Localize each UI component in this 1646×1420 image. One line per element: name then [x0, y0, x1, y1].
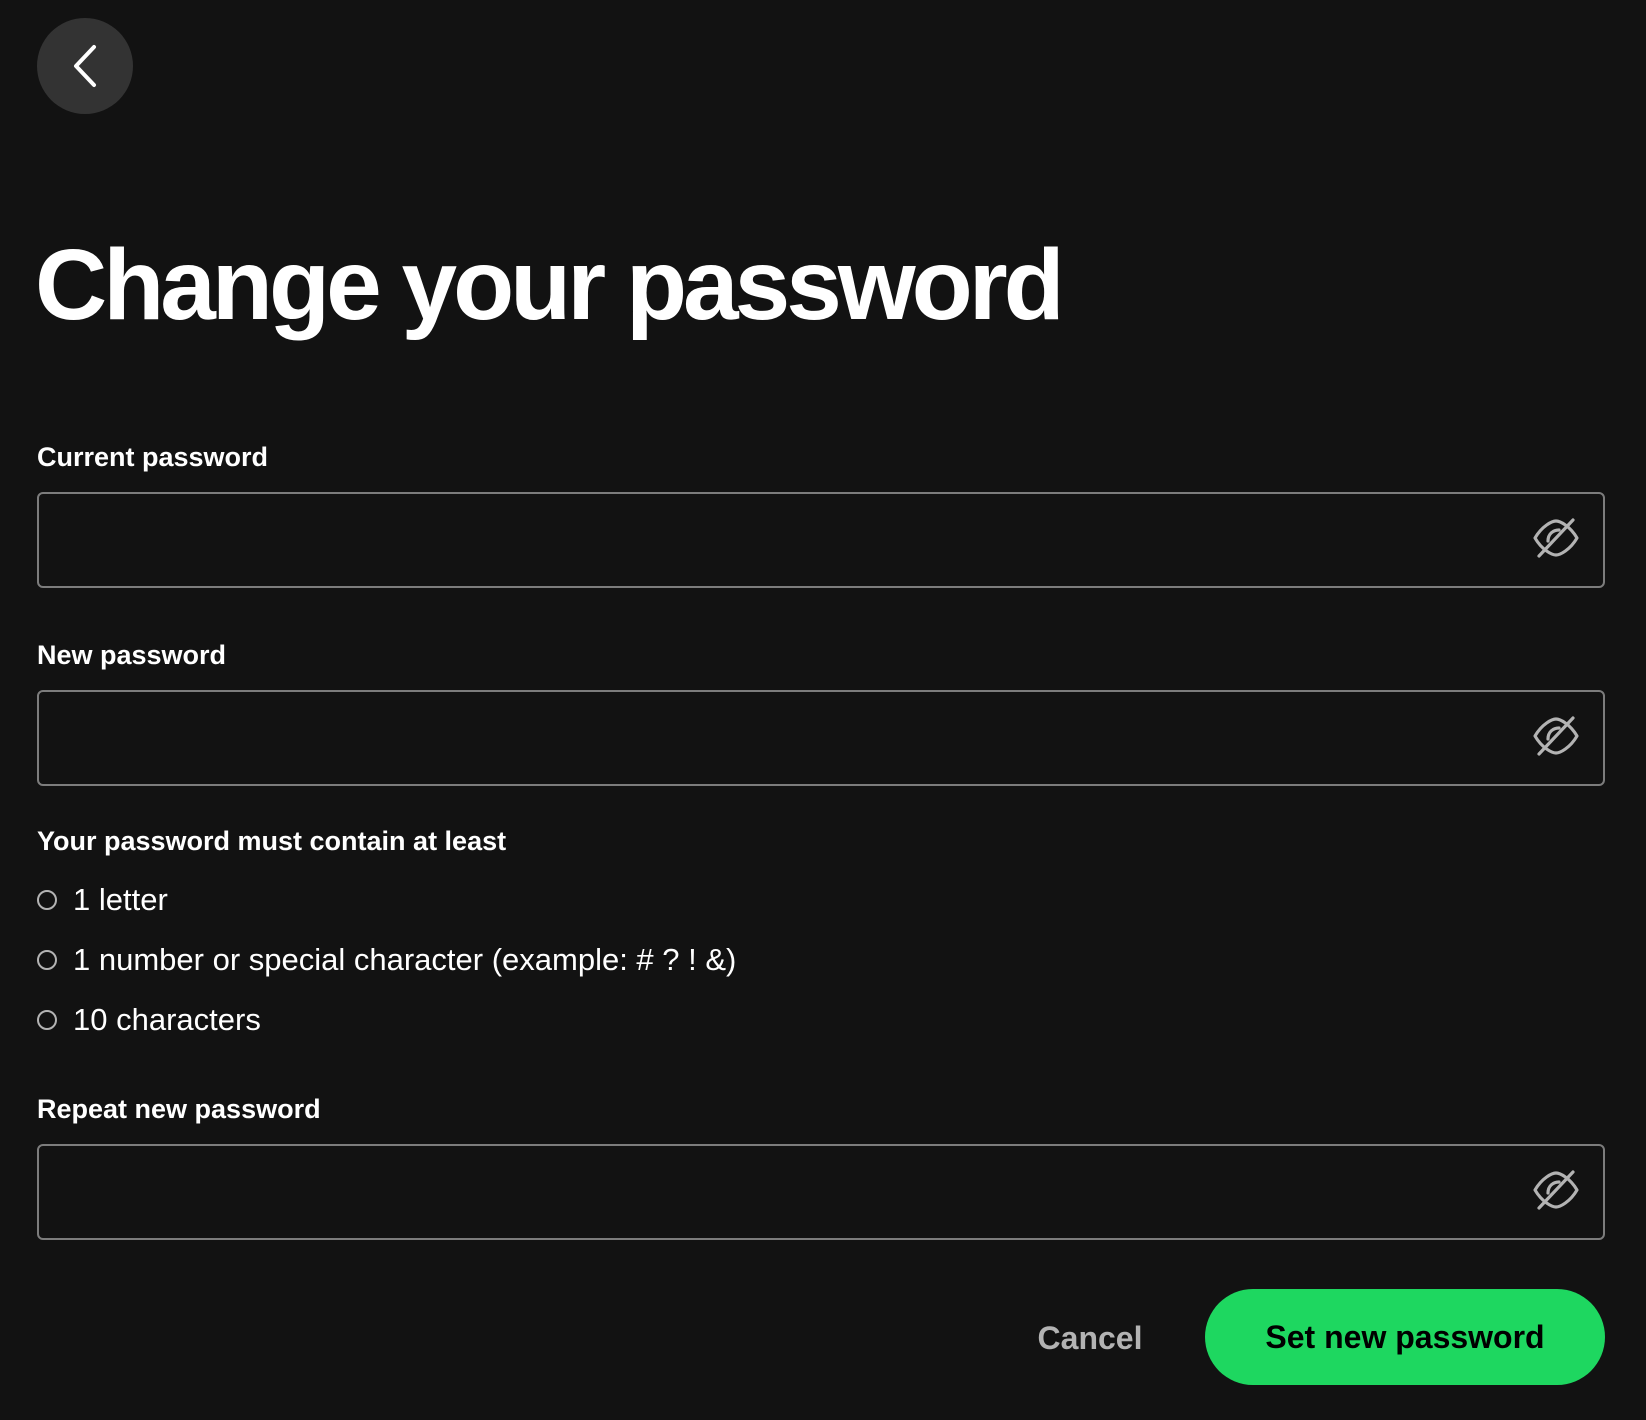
new-password-label: New password — [37, 640, 227, 670]
eye-off-icon — [1532, 1168, 1580, 1217]
repeat-password-label: Repeat new password — [37, 1094, 321, 1124]
repeat-password-field — [37, 1144, 1605, 1240]
new-password-field — [37, 690, 1605, 786]
requirement-status-circle-icon — [37, 890, 57, 910]
current-password-label: Current password — [37, 442, 269, 472]
chevron-left-icon — [68, 43, 102, 89]
requirement-item: 1 letter — [37, 880, 168, 920]
current-password-input[interactable] — [39, 494, 1509, 586]
toggle-current-password-visibility-button[interactable] — [1531, 516, 1581, 564]
repeat-password-input[interactable] — [39, 1146, 1509, 1238]
requirement-item: 1 number or special character (example: … — [37, 940, 736, 980]
back-button[interactable] — [37, 18, 133, 114]
eye-off-icon — [1532, 714, 1580, 763]
cancel-button[interactable]: Cancel — [1010, 1290, 1170, 1386]
toggle-new-password-visibility-button[interactable] — [1531, 714, 1581, 762]
requirement-status-circle-icon — [37, 950, 57, 970]
page-title: Change your password — [35, 229, 1065, 341]
requirement-item: 10 characters — [37, 1000, 261, 1040]
toggle-repeat-password-visibility-button[interactable] — [1531, 1168, 1581, 1216]
requirement-status-circle-icon — [37, 1010, 57, 1030]
new-password-input[interactable] — [39, 692, 1509, 784]
change-password-page: Change your password Current password Ne… — [0, 0, 1646, 1420]
set-new-password-button[interactable]: Set new password — [1205, 1289, 1605, 1385]
current-password-field — [37, 492, 1605, 588]
eye-off-icon — [1532, 516, 1580, 565]
requirement-text: 10 characters — [73, 1002, 261, 1037]
requirement-text: 1 letter — [73, 882, 168, 917]
requirement-text: 1 number or special character (example: … — [73, 942, 737, 977]
password-requirements-title: Your password must contain at least — [37, 826, 507, 856]
